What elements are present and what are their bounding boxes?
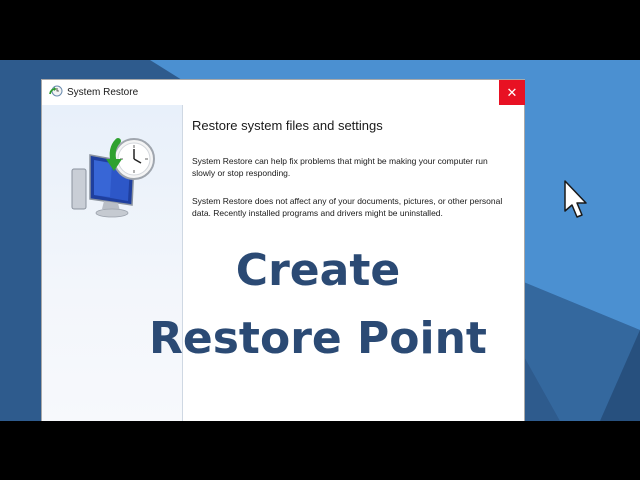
window-title: System Restore: [67, 87, 139, 98]
system-restore-icon: [71, 138, 155, 218]
letterbox-bottom: [0, 421, 640, 480]
content-area: Restore system files and settings System…: [192, 118, 512, 235]
overlay-title-line-2: Restore Point: [149, 313, 487, 364]
overlay-title-line-1: Create: [235, 245, 401, 296]
page-heading: Restore system files and settings: [192, 118, 383, 133]
close-icon: ✕: [506, 85, 518, 100]
title-bar[interactable]: System Restore ✕: [42, 80, 525, 105]
close-button[interactable]: ✕: [499, 80, 525, 105]
description-paragraph-1: System Restore can help fix problems tha…: [192, 156, 488, 178]
system-restore-icon: [49, 85, 63, 97]
letterbox-top: [0, 0, 640, 60]
description-paragraph-2: System Restore does not affect any of yo…: [192, 196, 503, 218]
mouse-cursor-icon: [564, 180, 587, 218]
